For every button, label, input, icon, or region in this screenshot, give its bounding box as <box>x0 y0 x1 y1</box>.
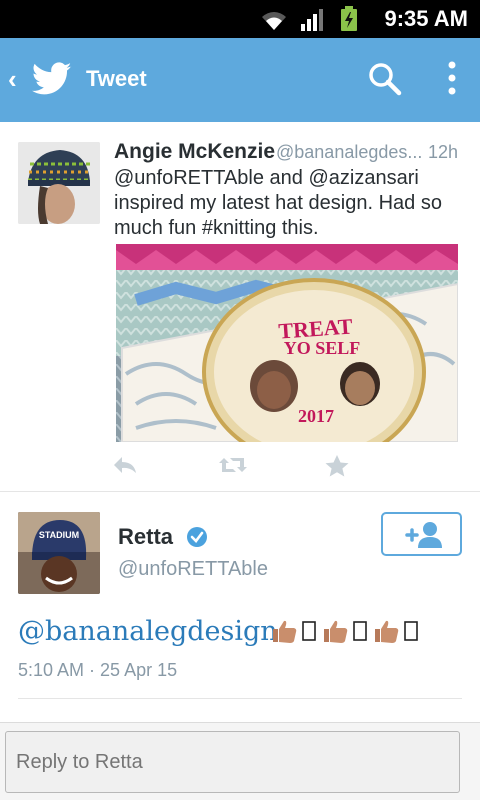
clock: 9:35 AM <box>384 6 468 31</box>
divider <box>18 698 462 699</box>
plaque-year: 2017 <box>298 406 334 426</box>
tweet-age: 12h <box>428 142 459 162</box>
overflow-menu-icon[interactable] <box>442 60 462 103</box>
tweet-photo[interactable]: TREAT YO SELF 2017 <box>116 244 458 442</box>
author-name[interactable]: Angie McKenzie <box>114 140 275 164</box>
author-handle[interactable]: @bananalegdes... <box>276 142 422 163</box>
thumbs-up-icon <box>372 618 400 649</box>
page-title: Tweet <box>86 66 147 91</box>
avatar[interactable]: STADIUM <box>18 512 100 594</box>
reply-icon[interactable] <box>112 454 138 481</box>
twitter-bird-icon[interactable] <box>31 62 72 101</box>
verified-badge-icon <box>186 526 208 553</box>
missing-glyph-icon <box>302 620 317 647</box>
missing-glyph-icon <box>404 620 419 647</box>
thumbs-up-icon <box>321 618 349 649</box>
favorite-star-icon[interactable] <box>324 454 350 483</box>
avatar-hat-text: STADIUM <box>39 530 79 540</box>
tweet-text: @unfoRETTAble and @azizansari inspired m… <box>114 167 442 239</box>
follow-button[interactable] <box>381 512 462 556</box>
emoji-row <box>270 618 419 649</box>
reply-bar <box>0 722 480 800</box>
retweet-icon[interactable] <box>218 454 248 481</box>
signal-icon <box>300 8 326 37</box>
missing-glyph-icon <box>353 620 368 647</box>
search-icon[interactable] <box>368 62 402 101</box>
avatar[interactable] <box>18 142 100 224</box>
tweet-text-mention[interactable]: @bananalegdesign <box>18 616 278 647</box>
tweet-timestamp: 5:10 AM · 25 Apr 15 <box>18 660 178 680</box>
tweet-card[interactable]: Angie McKenzie @bananalegdes... 12h @unf… <box>0 122 480 492</box>
reply-input[interactable] <box>5 731 460 793</box>
battery-charging-icon <box>340 6 358 37</box>
thumbs-up-icon <box>270 618 298 649</box>
back-chevron-icon[interactable]: ‹ <box>8 64 17 95</box>
wifi-icon <box>258 8 290 37</box>
author-name[interactable]: Retta <box>118 524 173 550</box>
app-bar: ‹ Tweet <box>0 38 480 122</box>
status-bar: 9:35 AM <box>0 0 480 38</box>
author-handle[interactable]: @unfoRETTAble <box>118 558 268 581</box>
add-user-icon <box>401 521 445 554</box>
tweet-detail: STADIUM Retta @unfoRETTAble @bananalegde… <box>0 492 480 722</box>
plaque-yo-self: YO SELF <box>284 338 361 358</box>
tweet-actions <box>112 454 372 484</box>
